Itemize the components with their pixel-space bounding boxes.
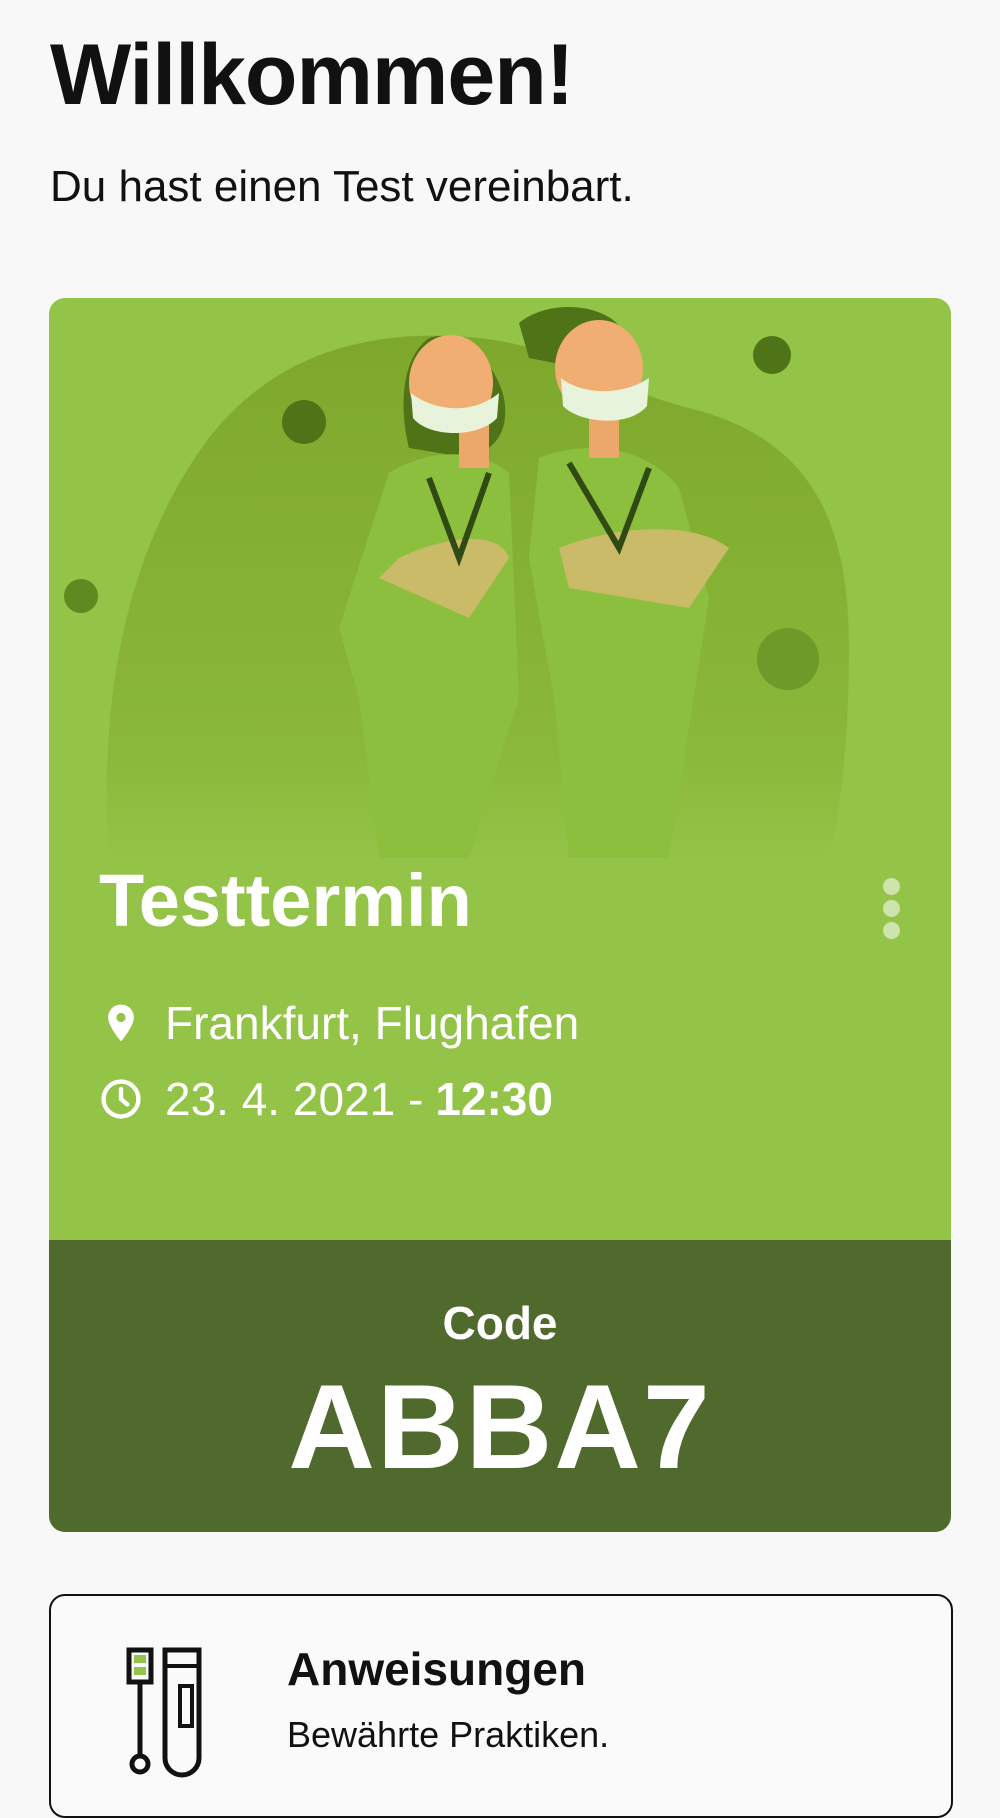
location-pin-icon: [108, 1004, 134, 1042]
code-panel: Code ABBA7: [49, 1240, 951, 1532]
date-text: 23. 4. 2021 -: [165, 1073, 424, 1125]
appointment-title: Testtermin: [99, 859, 472, 942]
instructions-subtitle: Bewährte Praktiken.: [287, 1714, 610, 1755]
page-title: Willkommen!: [50, 27, 574, 123]
page-subtitle: Du hast einen Test vereinbart.: [50, 162, 634, 211]
location-text: Frankfurt, Flughafen: [165, 997, 580, 1049]
code-value: ABBA7: [288, 1360, 712, 1494]
instructions-title: Anweisungen: [287, 1643, 587, 1695]
time-text: 12:30: [435, 1073, 553, 1125]
appointment-location: Frankfurt, Flughafen: [99, 996, 579, 1050]
more-dot: [882, 899, 900, 917]
health-workers-illustration: [64, 306, 849, 858]
more-vertical-icon[interactable]: [871, 868, 911, 948]
more-dot: [882, 877, 900, 895]
code-label: Code: [442, 1297, 558, 1349]
test-tube-icon: [126, 1647, 202, 1778]
appointment-card[interactable]: Testtermin Frankfurt, Flughafen 23. 4. 2…: [49, 298, 951, 1532]
instructions-card[interactable]: Anweisungen Bewährte Praktiken.: [49, 1594, 953, 1818]
clock-icon: [101, 1079, 141, 1119]
appointment-datetime: 23. 4. 2021 - 12:30: [99, 1072, 553, 1126]
more-dot: [882, 921, 900, 939]
